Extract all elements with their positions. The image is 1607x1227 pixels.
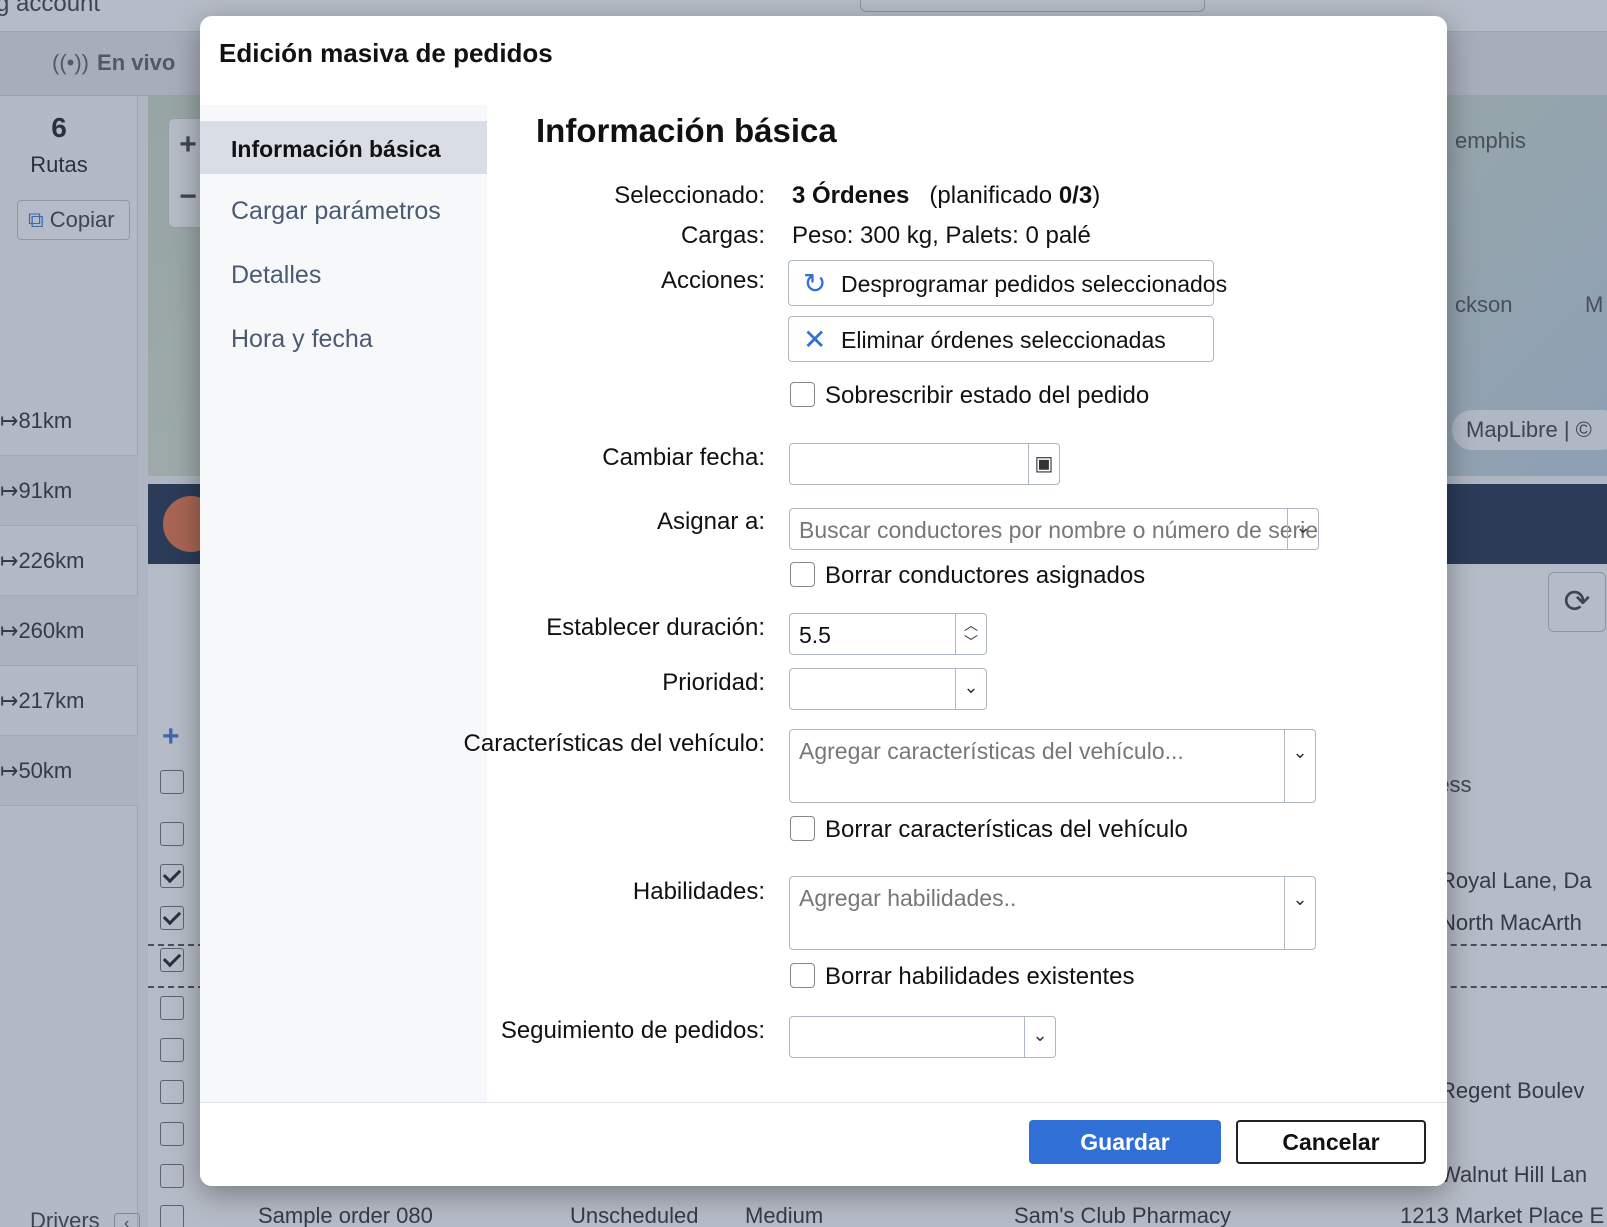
planned-prefix: (planificado [929, 182, 1053, 209]
set-duration-label: Establecer duración: [546, 614, 765, 641]
clear-vehicle-features-checkbox[interactable] [790, 816, 815, 841]
assign-driver-select[interactable]: Buscar conductores por nombre o número d… [789, 508, 1319, 550]
selected-value: 3 Órdenes (planificado 0/3) [792, 182, 1100, 210]
form-labels: Seleccionado: Cargas: Acciones: Cambiar … [200, 16, 765, 1186]
change-date-input[interactable]: ▣ [789, 443, 1060, 485]
order-tracking-label: Seguimiento de pedidos: [500, 1017, 765, 1044]
cancel-button[interactable]: Cancelar [1236, 1120, 1426, 1164]
vehicle-features-label: Características del vehículo: [463, 730, 765, 757]
clear-skills-label: Borrar habilidades existentes [825, 963, 1135, 990]
priority-select[interactable]: ⌄ [789, 668, 987, 710]
clear-drivers-option[interactable]: Borrar conductores asignados [790, 562, 1145, 590]
save-button[interactable]: Guardar [1029, 1120, 1221, 1164]
clear-vehicle-features-option[interactable]: Borrar características del vehículo [790, 816, 1188, 844]
unschedule-icon: ↻ [803, 268, 827, 299]
actions-label: Acciones: [660, 267, 765, 294]
change-date-label: Cambiar fecha: [602, 444, 765, 471]
assign-to-label: Asignar a: [656, 508, 765, 535]
order-tracking-select[interactable]: ⌄ [789, 1016, 1056, 1058]
close-icon: ✕ [803, 324, 827, 355]
unschedule-label: Desprogramar pedidos seleccionados [841, 271, 1228, 297]
vehicle-features-placeholder: Agregar características del vehículo... [799, 738, 1184, 764]
loads-value: Peso: 300 kg, Palets: 0 palé [792, 222, 1091, 249]
dialog-footer: Guardar Cancelar [200, 1102, 1447, 1186]
skills-select[interactable]: Agregar habilidades.. ⌄ [789, 876, 1316, 950]
stepper-arrows-icon[interactable]: ︿ ﹀ [955, 614, 986, 654]
delete-orders-label: Eliminar órdenes seleccionadas [841, 327, 1166, 353]
skills-placeholder: Agregar habilidades.. [799, 885, 1017, 911]
bulk-edit-dialog: Edición masiva de pedidos Información bá… [200, 16, 1447, 1186]
skills-label: Habilidades: [632, 878, 765, 905]
delete-orders-button[interactable]: ✕ Eliminar órdenes seleccionadas [788, 316, 1214, 362]
assign-driver-placeholder: Buscar conductores por nombre o número d… [799, 517, 1319, 543]
vehicle-features-select[interactable]: Agregar características del vehículo... … [789, 729, 1316, 803]
overwrite-status-checkbox[interactable] [790, 382, 815, 407]
chevron-down-icon[interactable]: ⌄ [1287, 509, 1318, 549]
clear-vehicle-features-label: Borrar características del vehículo [825, 816, 1188, 843]
clear-drivers-label: Borrar conductores asignados [825, 562, 1146, 589]
clear-drivers-checkbox[interactable] [790, 562, 815, 587]
chevron-down-icon[interactable]: ⌄ [1024, 1017, 1055, 1057]
chevron-down-icon[interactable]: ⌄ [1284, 877, 1315, 949]
calendar-icon[interactable]: ▣ [1028, 444, 1059, 484]
selected-count: 3 Órdenes [792, 182, 910, 209]
planned-suffix: ) [1092, 182, 1101, 209]
duration-stepper[interactable]: 5.5 ︿ ﹀ [789, 613, 987, 655]
selected-label: Seleccionado: [614, 182, 765, 209]
unschedule-button[interactable]: ↻ Desprogramar pedidos seleccionados [788, 260, 1227, 306]
overwrite-status-label: Sobrescribir estado del pedido [825, 382, 1150, 409]
clear-skills-option[interactable]: Borrar habilidades existentes [790, 963, 1135, 991]
chevron-down-icon[interactable]: ⌄ [955, 669, 986, 709]
loads-label: Cargas: [680, 222, 765, 249]
overwrite-status-option[interactable]: Sobrescribir estado del pedido [790, 382, 1149, 410]
clear-skills-checkbox[interactable] [790, 963, 815, 988]
duration-value: 5.5 [799, 622, 831, 648]
chevron-down-icon[interactable]: ⌄ [1284, 730, 1315, 802]
priority-label: Prioridad: [662, 669, 765, 696]
planned-value: 0/3 [1058, 182, 1093, 209]
